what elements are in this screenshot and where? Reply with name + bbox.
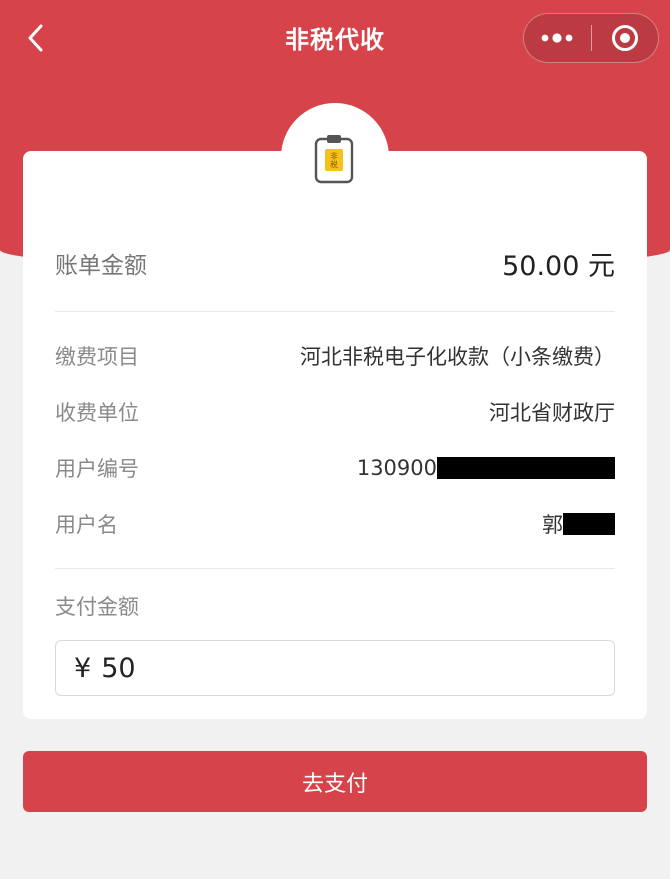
info-label-user-id: 用户编号	[55, 457, 139, 481]
payment-amount-value: 50	[101, 652, 136, 684]
bill-amount-value: 50.00 元	[502, 250, 615, 282]
currency-symbol: ¥	[74, 652, 92, 684]
info-row-user-id: 用户编号 130900	[55, 448, 615, 488]
user-name-text: 郭	[542, 513, 563, 537]
badge-text-line2: 税	[330, 159, 338, 169]
divider	[55, 311, 615, 312]
redaction-bar	[437, 457, 615, 479]
info-row-unit: 收费单位 河北省财政厅	[55, 392, 615, 432]
info-value-item: 河北非税电子化收款（小条缴费）	[300, 345, 615, 369]
info-value-unit: 河北省财政厅	[489, 401, 615, 425]
info-label-unit: 收费单位	[55, 401, 139, 425]
more-button[interactable]	[524, 13, 591, 63]
payment-amount-label: 支付金额	[55, 595, 139, 619]
mini-program-capsule	[523, 13, 659, 63]
bill-amount-row: 账单金额 50.00 元	[55, 238, 615, 288]
target-close-icon	[611, 25, 638, 51]
redaction-bar	[563, 513, 615, 535]
more-dots-icon	[541, 33, 573, 43]
payment-amount-input[interactable]: ¥ 50	[55, 640, 615, 696]
close-button[interactable]	[592, 13, 659, 63]
divider	[55, 568, 615, 569]
info-label-user-name: 用户名	[55, 513, 118, 537]
info-row-user-name: 用户名 郭	[55, 504, 615, 544]
clipboard-icon: 非 税	[314, 135, 354, 184]
pay-button[interactable]: 去支付	[23, 751, 647, 812]
info-label-item: 缴费项目	[55, 345, 139, 369]
info-row-item: 缴费项目 河北非税电子化收款（小条缴费）	[55, 336, 615, 376]
nav-bar: 非税代收	[0, 0, 670, 78]
user-id-text: 130900	[356, 456, 437, 480]
info-value-user-id: 130900	[357, 456, 615, 480]
bill-amount-label: 账单金额	[55, 253, 147, 279]
info-value-user-name: 郭	[542, 509, 615, 539]
badge-text-line1: 非	[330, 151, 338, 161]
bill-card	[23, 151, 647, 719]
